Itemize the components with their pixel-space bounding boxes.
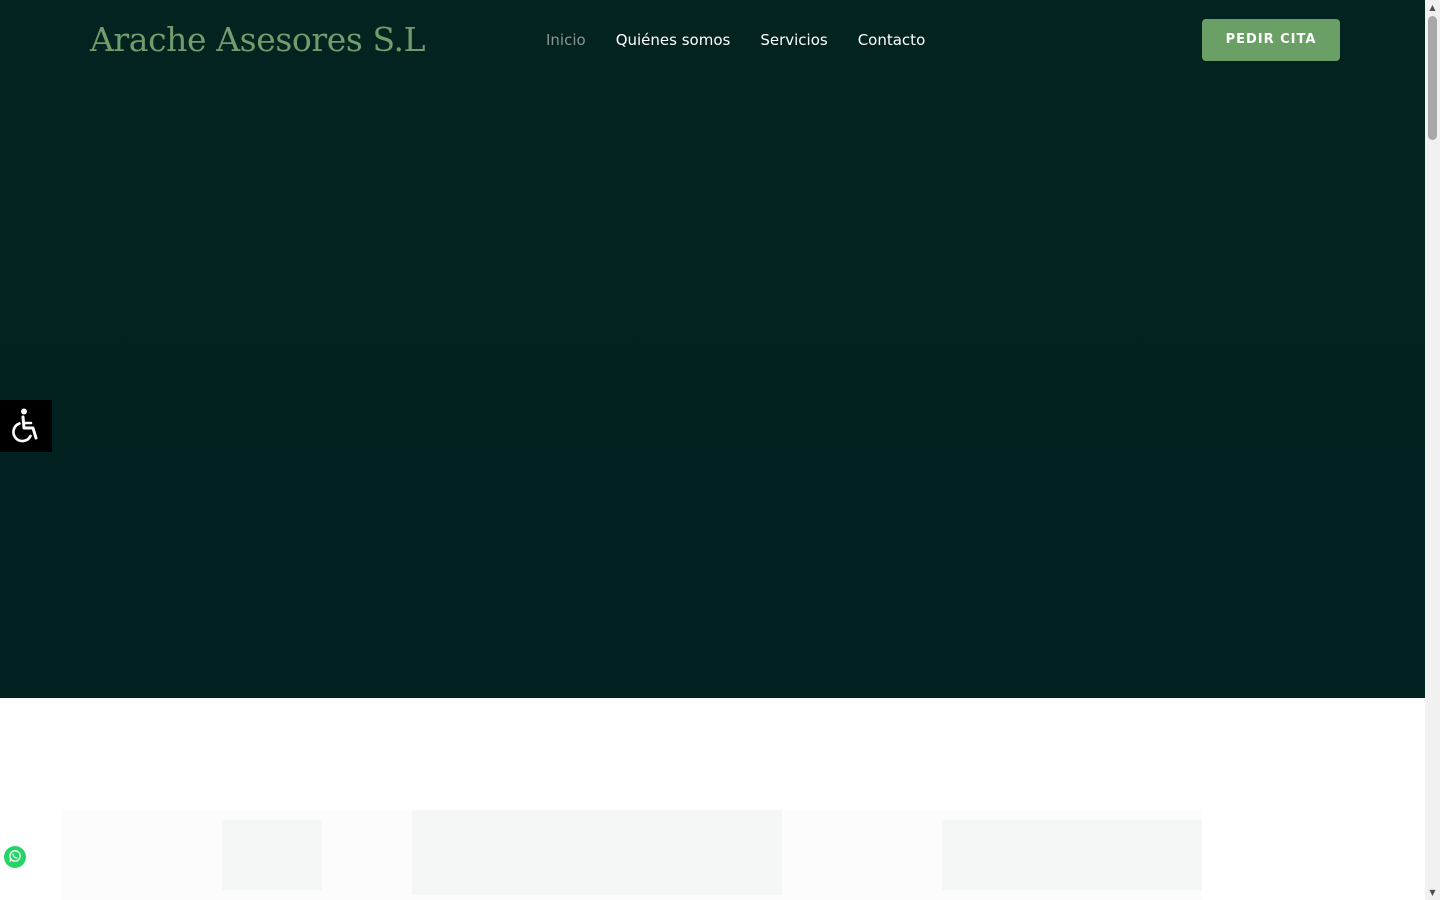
faded-shape — [942, 820, 1202, 890]
scroll-up-icon[interactable]: ▲ — [1425, 0, 1440, 15]
pedir-cita-button[interactable]: PEDIR CITA — [1202, 19, 1340, 61]
wheelchair-icon — [9, 407, 43, 446]
hero-section: Arache Asesores S.L Inicio Quiénes somos… — [0, 0, 1425, 698]
site-logo[interactable]: Arache Asesores S.L — [90, 18, 426, 62]
faded-shape — [222, 820, 322, 890]
scroll-down-icon[interactable]: ▼ — [1425, 885, 1440, 900]
accessibility-toggle-button[interactable] — [0, 400, 52, 452]
scrollbar-thumb[interactable] — [1428, 16, 1437, 140]
nav-item-servicios[interactable]: Servicios — [760, 29, 827, 51]
nav-item-quienes-somos[interactable]: Quiénes somos — [616, 29, 731, 51]
nav-item-inicio[interactable]: Inicio — [546, 29, 586, 51]
main-nav: Inicio Quiénes somos Servicios Contacto — [546, 29, 925, 51]
nav-item-contacto[interactable]: Contacto — [858, 29, 926, 51]
page-viewport: Arache Asesores S.L Inicio Quiénes somos… — [0, 0, 1425, 900]
whatsapp-button[interactable] — [4, 846, 26, 868]
site-header: Arache Asesores S.L Inicio Quiénes somos… — [0, 0, 1425, 80]
page-scrollbar[interactable]: ▲ ▼ — [1425, 0, 1440, 900]
whatsapp-icon — [8, 848, 22, 867]
faded-shape — [412, 810, 782, 895]
faded-content-band — [62, 810, 1202, 900]
